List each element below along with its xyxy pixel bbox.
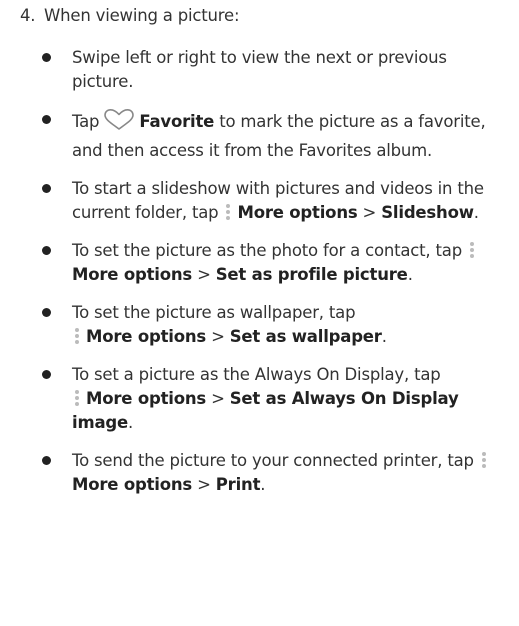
list-item-swipe: Swipe left or right to view the next or …: [42, 46, 512, 94]
bullet-text: To set a picture as the Always On Displa…: [72, 365, 441, 384]
bullet-text: To send the picture to your connected pr…: [72, 451, 474, 470]
bullet-text: Swipe left or right to view the next or …: [72, 48, 447, 91]
menu-separator: >: [357, 203, 382, 222]
document-page: 4. When viewing a picture: Swipe left or …: [0, 0, 519, 626]
bullet-dot: [42, 53, 51, 62]
step-text: When viewing a picture:: [44, 6, 240, 25]
more-options-label: More options: [72, 265, 193, 284]
menu-separator: >: [192, 475, 216, 494]
bullet-dot: [42, 184, 51, 193]
more-options-label: More options: [237, 203, 358, 222]
bullet-text: To set the picture as wallpaper, tap: [72, 303, 356, 322]
bullet-text: .: [128, 413, 134, 432]
more-options-icon: [481, 451, 487, 469]
menu-separator: >: [206, 327, 230, 346]
set-as-profile-picture-label: Set as profile picture: [215, 265, 408, 284]
bullet-text: .: [381, 327, 387, 346]
list-item-profile-picture: To set the picture as the photo for a co…: [42, 239, 512, 287]
bullet-list: Swipe left or right to view the next or …: [42, 46, 512, 511]
step-heading: 4. When viewing a picture:: [20, 4, 240, 28]
more-options-icon: [225, 203, 231, 221]
print-label: Print: [215, 475, 261, 494]
list-item-always-on-display: To set a picture as the Always On Displa…: [42, 363, 512, 435]
more-options-label: More options: [72, 475, 193, 494]
more-options-label: More options: [86, 389, 207, 408]
more-options-icon: [469, 241, 475, 259]
bullet-text: .: [260, 475, 266, 494]
bullet-dot: [42, 456, 51, 465]
menu-separator: >: [206, 389, 230, 408]
bullet-dot: [42, 246, 51, 255]
menu-separator: >: [192, 265, 216, 284]
more-options-icon: [74, 327, 80, 345]
bullet-dot: [42, 370, 51, 379]
list-item-print: To send the picture to your connected pr…: [42, 449, 512, 497]
step-number: 4.: [20, 6, 36, 25]
bullet-text: .: [407, 265, 413, 284]
list-item-favorite: Tap Favorite to mark the picture as a fav…: [42, 108, 512, 163]
bullet-text: To set the picture as the photo for a co…: [72, 241, 462, 260]
slideshow-label: Slideshow: [381, 203, 474, 222]
more-options-label: More options: [86, 327, 207, 346]
heart-outline-icon: [102, 108, 136, 139]
list-item-slideshow: To start a slideshow with pictures and v…: [42, 177, 512, 225]
bullet-dot: [42, 308, 51, 317]
set-as-wallpaper-label: Set as wallpaper: [229, 327, 382, 346]
bullet-text: .: [473, 203, 479, 222]
bullet-dot: [42, 115, 51, 124]
favorite-label: Favorite: [139, 112, 215, 131]
more-options-icon: [74, 389, 80, 407]
bullet-text: Tap: [72, 112, 100, 131]
list-item-wallpaper: To set the picture as wallpaper, tap More…: [42, 301, 512, 349]
